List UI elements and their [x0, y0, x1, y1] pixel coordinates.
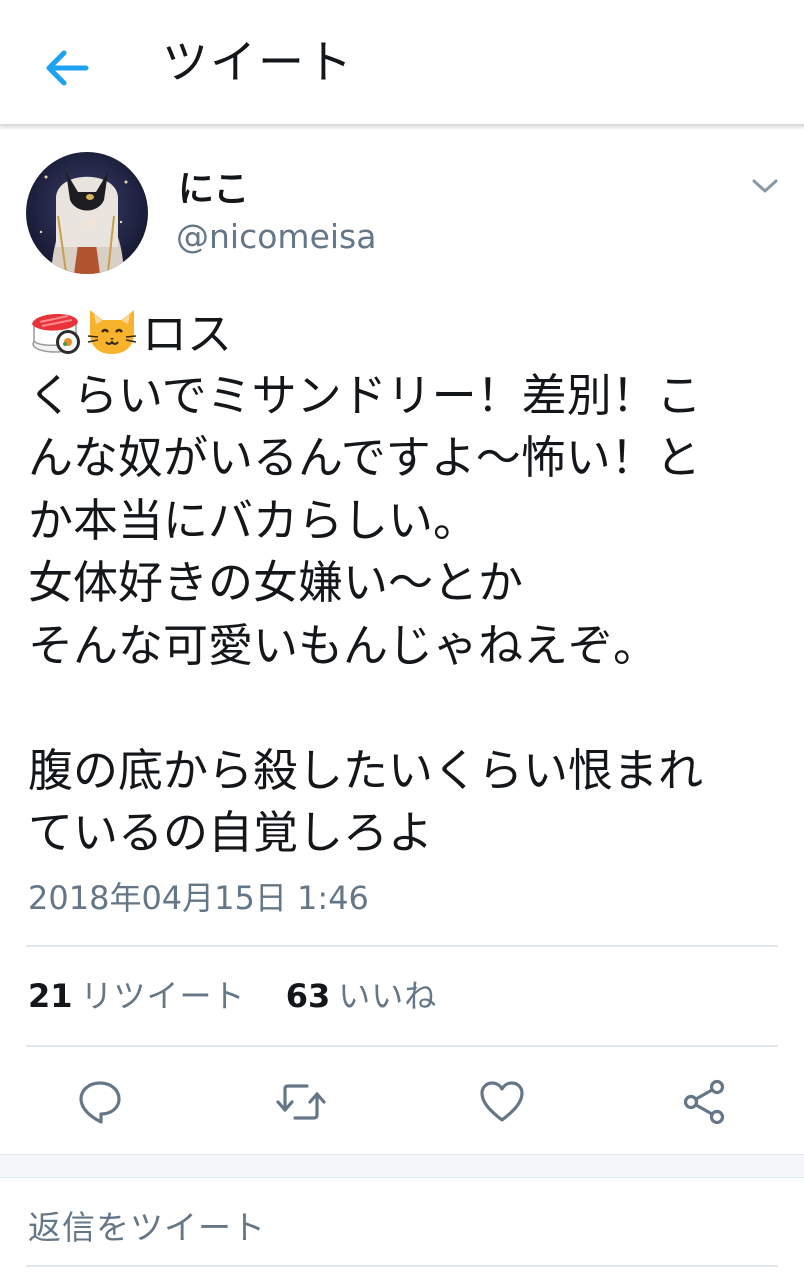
tweet-line: 腹の底から殺したいくらい恨まれ [28, 743, 704, 797]
retweet-icon [276, 1084, 326, 1120]
sushi-emoji-icon [28, 302, 82, 373]
like-label: いいね [338, 977, 438, 1015]
tweet-line-text: ロス [142, 307, 233, 361]
retweet-stat[interactable]: 21 リツイート [28, 977, 286, 1015]
tweet-line: か本当にバカらしい。 [28, 493, 479, 547]
back-arrow-icon [46, 50, 89, 86]
tweet-line: くらいでミサンドリー！差別！こ [28, 368, 702, 422]
retweet-label: リツイート [80, 977, 246, 1015]
retweet-count: 21 [28, 977, 73, 1015]
author-display-name[interactable]: にこ [178, 168, 249, 212]
tweet-line: ロス [28, 302, 788, 365]
divider [26, 1045, 778, 1047]
tweet-timestamp[interactable]: 2018年04月15日 1:46 [28, 877, 369, 919]
heart-icon [480, 1081, 524, 1122]
divider [26, 945, 778, 947]
tweet-line: ているの自覚しろよ [28, 806, 434, 859]
tweet-line: んな奴がいるんですよ〜怖い！と [28, 431, 701, 484]
reply-button[interactable] [70, 1072, 130, 1132]
share-button[interactable] [674, 1072, 734, 1132]
retweet-button[interactable] [271, 1072, 331, 1132]
tweet-text: ロス くらいでミサンドリー！差別！こ んな奴がいるんですよ〜怖い！と か本当にバ… [28, 302, 788, 865]
section-separator [0, 1154, 804, 1178]
like-button[interactable] [472, 1072, 532, 1132]
tweet-stats: 21 リツイート 63 いいね [28, 974, 467, 1018]
back-button[interactable] [30, 32, 102, 104]
reply-input[interactable]: 返信をツイート [28, 1206, 266, 1250]
top-app-bar: ツイート [0, 0, 804, 126]
like-stat[interactable]: 63 いいね [286, 977, 468, 1015]
tweet-detail-screen: ツイート にこ @nicomeisa ロス くらいでミサンドリー！差別！こ んな… [0, 0, 804, 1280]
cat-face-emoji-icon [84, 302, 140, 373]
avatar-image [26, 152, 148, 274]
divider [26, 1265, 778, 1267]
chevron-down-icon [752, 179, 778, 193]
page-title: ツイート [162, 35, 354, 89]
author-handle[interactable]: @nicomeisa [176, 216, 376, 258]
tweet-line: そんな可愛いもんじゃねえぞ。 [28, 618, 659, 672]
tweet-line: 女体好きの女嫌い〜とか [28, 556, 524, 609]
like-count: 63 [285, 977, 331, 1015]
reply-icon [79, 1081, 121, 1124]
tweet-menu-button[interactable] [740, 166, 790, 206]
avatar[interactable] [26, 152, 148, 274]
share-icon [683, 1079, 725, 1125]
